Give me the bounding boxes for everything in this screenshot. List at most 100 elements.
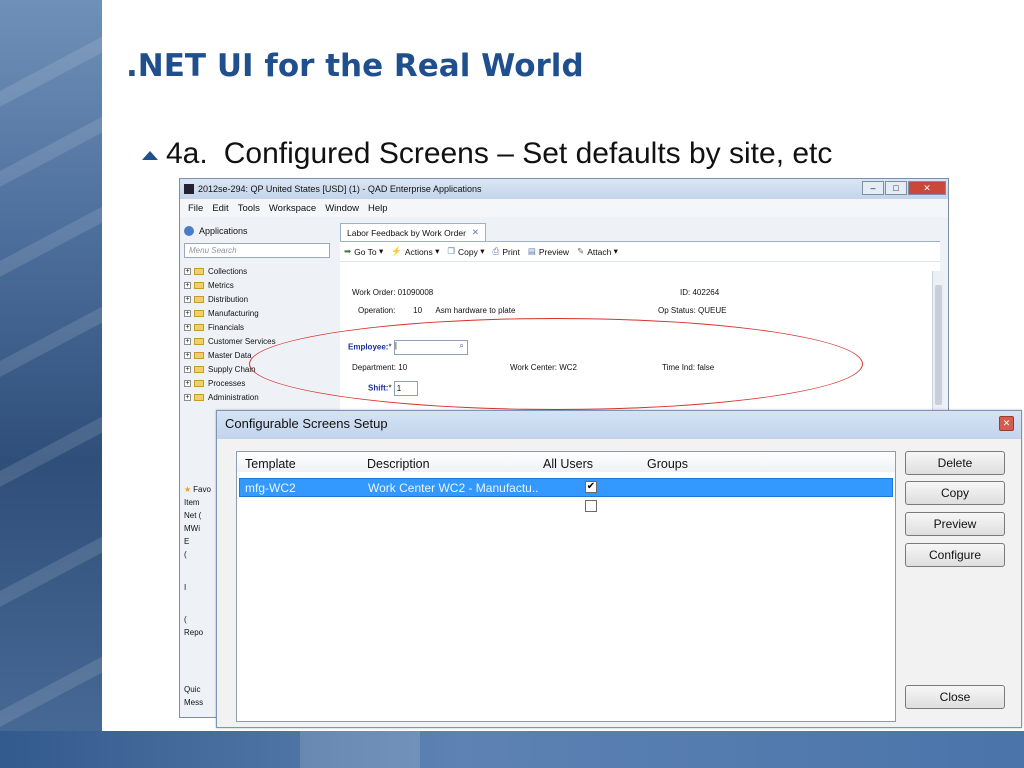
nav-item[interactable]: ( <box>184 613 220 626</box>
close-button[interactable]: Close <box>905 685 1005 709</box>
quick-item[interactable]: Quic <box>184 683 220 696</box>
column-template[interactable]: Template <box>245 457 296 471</box>
window-close-button[interactable]: ✕ <box>908 181 946 195</box>
nav-item[interactable]: Net ( <box>184 509 220 522</box>
id-value: 402264 <box>692 288 720 297</box>
work-order-field: Work Order: 01090008 <box>352 288 433 297</box>
minimize-button[interactable]: – <box>862 181 884 195</box>
nav-item[interactable]: MWi <box>184 522 220 535</box>
goto-label: Go To <box>354 246 377 257</box>
dialog-close-icon[interactable]: ✕ <box>999 416 1014 431</box>
messages-item[interactable]: Mess <box>184 696 220 709</box>
table-row-new[interactable] <box>239 498 893 517</box>
applications-icon <box>184 226 194 236</box>
expand-icon[interactable]: + <box>184 267 191 275</box>
applications-header[interactable]: Applications <box>184 223 334 239</box>
nav-item-label: E <box>184 537 190 546</box>
slide-title: .NET UI for the Real World <box>126 48 584 84</box>
configure-button[interactable]: Configure <box>905 543 1005 567</box>
expand-icon[interactable]: + <box>184 379 191 387</box>
operation-value: 10 <box>413 306 423 315</box>
actions-button[interactable]: ⚡ Actions ▾ <box>391 246 439 257</box>
bullet-number: 4a. <box>166 137 208 170</box>
dialog-title: Configurable Screens Setup <box>217 411 1021 439</box>
tree-item-administration[interactable]: + Administration <box>184 390 334 404</box>
folder-icon <box>194 309 204 317</box>
decoration-stripe <box>0 23 102 111</box>
expand-icon[interactable]: + <box>184 295 191 303</box>
expand-icon[interactable]: + <box>184 281 191 289</box>
menu-help[interactable]: Help <box>368 203 388 214</box>
nav-item[interactable]: E <box>184 535 220 548</box>
tree-item-label: Processes <box>208 378 246 388</box>
tree-item-manufacturing[interactable]: + Manufacturing <box>184 306 334 320</box>
column-groups[interactable]: Groups <box>647 457 688 471</box>
column-all-users[interactable]: All Users <box>543 457 593 471</box>
nav-item[interactable]: I <box>184 561 220 613</box>
bullet-text: Configured Screens – Set defaults by sit… <box>223 137 833 170</box>
tree-item-label: Customer Services <box>208 336 276 346</box>
menu-search-input[interactable]: Menu Search <box>184 243 330 258</box>
slide-bottom-decoration <box>0 731 1024 768</box>
print-icon: ⎙ <box>492 246 500 256</box>
preview-icon: ▤ <box>527 246 536 256</box>
folder-icon <box>194 379 204 387</box>
app-logo-icon <box>184 184 194 194</box>
delete-button[interactable]: Delete <box>905 451 1005 475</box>
expand-icon[interactable]: + <box>184 365 191 373</box>
all-users-checkbox[interactable] <box>585 500 597 512</box>
expand-icon[interactable]: + <box>184 393 191 401</box>
tab-labor-feedback[interactable]: Labor Feedback by Work Order ✕ <box>340 223 487 241</box>
nav-item[interactable]: ( <box>184 548 220 561</box>
tree-item-collections[interactable]: + Collections <box>184 264 334 278</box>
copy-button[interactable]: Copy <box>905 481 1005 505</box>
op-status-value: QUEUE <box>698 306 727 315</box>
form-scrollbar[interactable] <box>932 271 944 411</box>
column-description[interactable]: Description <box>367 457 430 471</box>
templates-grid: Template Description All Users Groups mf… <box>236 451 896 722</box>
tree-item-label: Master Data <box>208 350 252 360</box>
tree-item-label: Collections <box>208 266 248 276</box>
menu-window[interactable]: Window <box>325 203 359 214</box>
decoration-stripe <box>0 643 102 731</box>
decoration-stripe <box>0 293 102 381</box>
print-label: Print <box>502 246 520 257</box>
print-button[interactable]: ⎙ Print <box>493 246 520 257</box>
menu-edit[interactable]: Edit <box>212 203 228 214</box>
preview-button[interactable]: Preview <box>905 512 1005 536</box>
folder-icon <box>194 365 204 373</box>
reports-item[interactable]: Repo <box>184 626 220 639</box>
expand-icon[interactable]: + <box>184 351 191 359</box>
menu-file[interactable]: File <box>188 203 203 214</box>
expand-icon[interactable]: + <box>184 309 191 317</box>
decoration-shine <box>300 731 420 768</box>
applications-label: Applications <box>199 226 248 236</box>
scrollbar-thumb[interactable] <box>935 285 942 405</box>
tab-close-icon[interactable]: ✕ <box>472 227 479 238</box>
operation-description: Asm hardware to plate <box>435 306 516 315</box>
menu-workspace[interactable]: Workspace <box>269 203 316 214</box>
expand-icon[interactable]: + <box>184 337 191 345</box>
preview-button[interactable]: ▤ Preview <box>528 246 569 257</box>
favorites-item[interactable]: ★ Favo <box>184 483 220 496</box>
folder-icon <box>194 267 204 275</box>
all-users-checkbox[interactable]: ✔ <box>585 481 597 493</box>
id-label: ID: <box>680 288 691 297</box>
tree-item-label: Metrics <box>208 280 234 290</box>
copy-button[interactable]: ❐ Copy ▾ <box>447 246 484 257</box>
folder-icon <box>194 337 204 345</box>
expand-icon[interactable]: + <box>184 323 191 331</box>
folder-icon <box>194 295 204 303</box>
table-row-selected[interactable]: mfg-WC2 Work Center WC2 - Manufactu.. ✔ <box>239 478 893 497</box>
goto-button[interactable]: ➡ Go To ▾ <box>344 246 383 257</box>
nav-item[interactable]: Item <box>184 496 220 509</box>
tree-item-distribution[interactable]: + Distribution <box>184 292 334 306</box>
maximize-button[interactable]: □ <box>885 181 907 195</box>
tree-item-financials[interactable]: + Financials <box>184 320 334 334</box>
operation-label: Operation: <box>358 306 396 315</box>
operation-field: Operation: 10 Asm hardware to plate <box>358 306 515 315</box>
menu-tools[interactable]: Tools <box>238 203 260 214</box>
tree-item-metrics[interactable]: + Metrics <box>184 278 334 292</box>
app-titlebar: 2012se-294: QP United States [USD] (1) -… <box>180 179 948 199</box>
attach-button[interactable]: ✎ Attach ▾ <box>577 246 618 257</box>
